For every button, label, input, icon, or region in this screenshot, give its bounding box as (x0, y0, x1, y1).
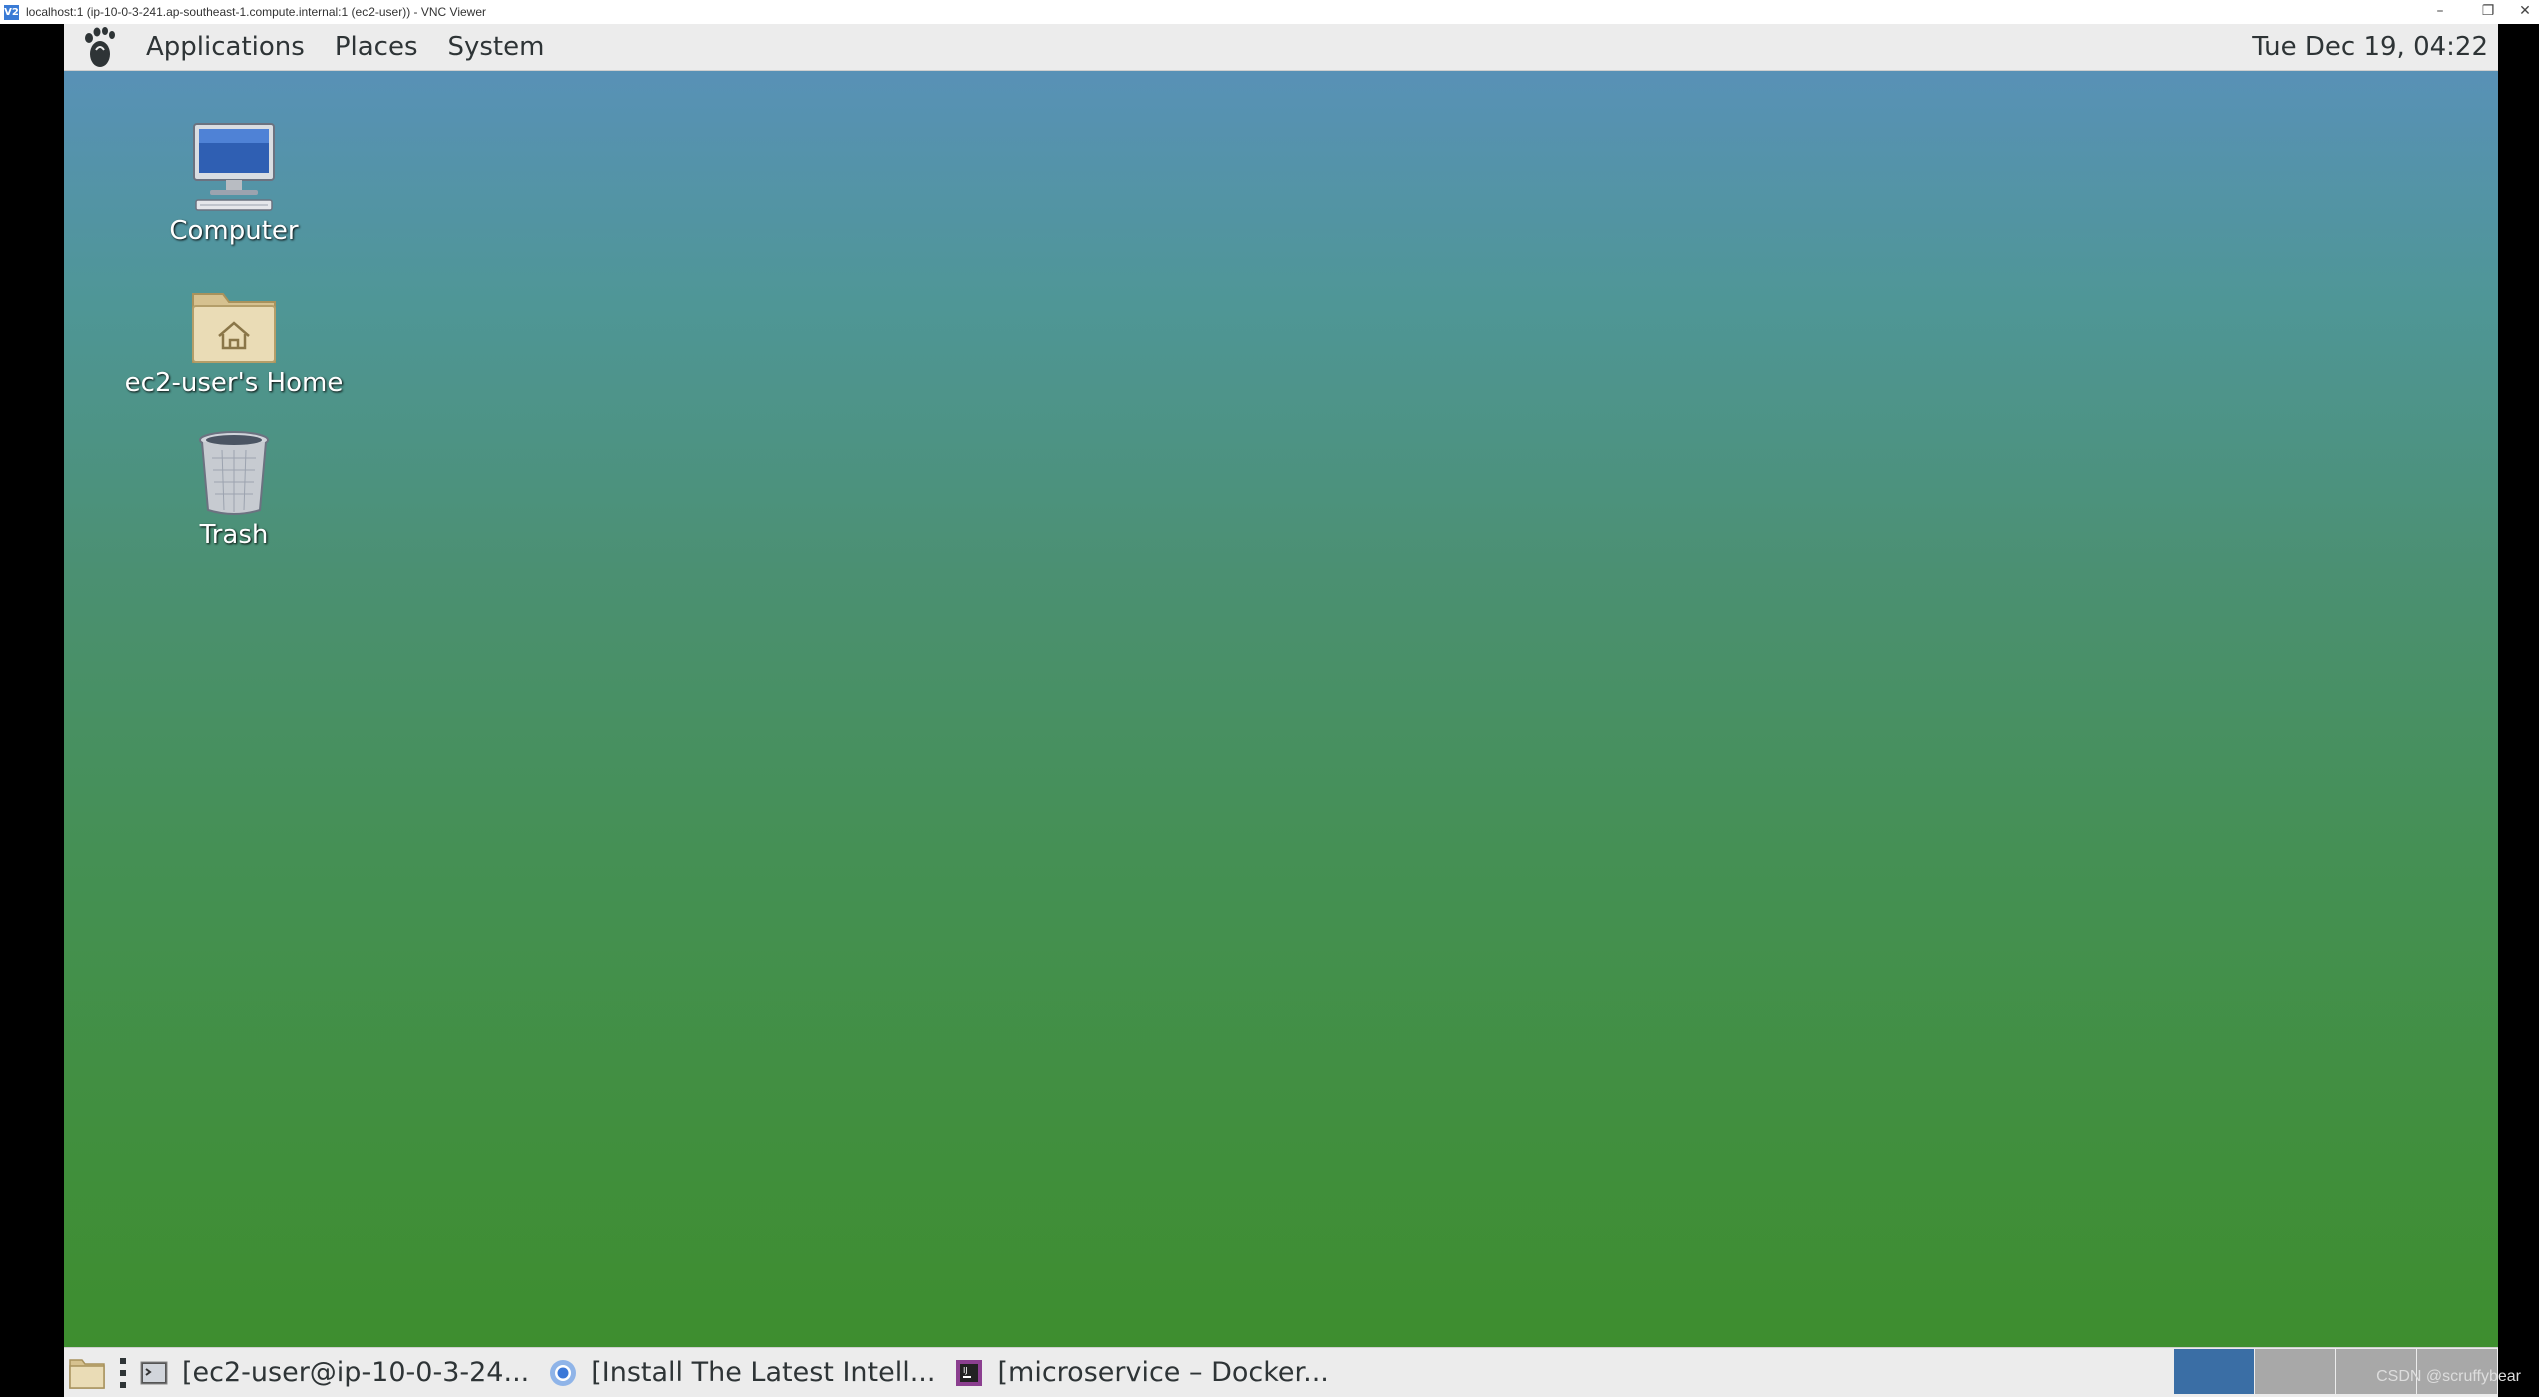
task-chrome[interactable]: [Install The Latest Intell... (543, 1350, 941, 1396)
desktop-icon-label: Computer (169, 216, 299, 246)
panel-drag-handle-icon[interactable] (120, 1357, 126, 1388)
show-desktop-button[interactable] (68, 1350, 106, 1396)
task-label: [ec2-user@ip-10-0-3-24... (182, 1357, 530, 1388)
task-terminal[interactable]: [ec2-user@ip-10-0-3-24... (134, 1350, 535, 1396)
trash-desktop-icon[interactable]: Trash (124, 418, 344, 550)
show-desktop-icon (69, 1358, 105, 1389)
minimize-icon[interactable]: – (2420, 0, 2460, 24)
task-label: [microservice – Docker... (997, 1357, 1329, 1388)
bottom-panel: [ec2-user@ip-10-0-3-24... [Install The L… (64, 1347, 2498, 1397)
vnc-window-title: localhost:1 (ip-10-0-3-241.ap-southeast-… (26, 5, 486, 19)
right-letterbox (2498, 24, 2539, 1396)
home-folder-icon (184, 266, 284, 366)
gnome-foot-icon[interactable] (76, 24, 122, 70)
left-letterbox (0, 24, 64, 1396)
chrome-icon (549, 1359, 577, 1387)
top-panel: Applications Places System Tue Dec 19, 0… (64, 24, 2498, 71)
home-desktop-icon[interactable]: ec2-user's Home (124, 266, 344, 398)
system-menu[interactable]: System (442, 24, 551, 70)
task-label: [Install The Latest Intell... (591, 1357, 936, 1388)
vnc-titlebar: V2 localhost:1 (ip-10-0-3-241.ap-southea… (0, 0, 2539, 24)
restore-icon[interactable]: ❐ (2468, 0, 2508, 24)
places-menu[interactable]: Places (329, 24, 424, 70)
desktop-icon-label: Trash (199, 520, 269, 550)
task-intellij[interactable]: IJ [microservice – Docker... (949, 1350, 1334, 1396)
workspace-1[interactable] (2174, 1349, 2254, 1394)
svg-text:IJ: IJ (963, 1366, 968, 1375)
panel-clock[interactable]: Tue Dec 19, 04:22 (2252, 24, 2488, 70)
terminal-icon (140, 1359, 168, 1387)
computer-desktop-icon[interactable]: Computer (124, 114, 344, 246)
close-icon[interactable]: ✕ (2505, 0, 2539, 24)
watermark: CSDN @scruffybear (2376, 1368, 2521, 1385)
applications-menu[interactable]: Applications (140, 24, 311, 70)
workspace-2[interactable] (2255, 1349, 2335, 1394)
remote-desktop[interactable]: Applications Places System Tue Dec 19, 0… (64, 24, 2498, 1397)
trash-icon (184, 418, 284, 518)
desktop-icon-label: ec2-user's Home (124, 368, 344, 398)
vnc-app-icon: V2 (4, 4, 19, 20)
intellij-icon: IJ (955, 1359, 983, 1387)
computer-icon (184, 114, 284, 214)
